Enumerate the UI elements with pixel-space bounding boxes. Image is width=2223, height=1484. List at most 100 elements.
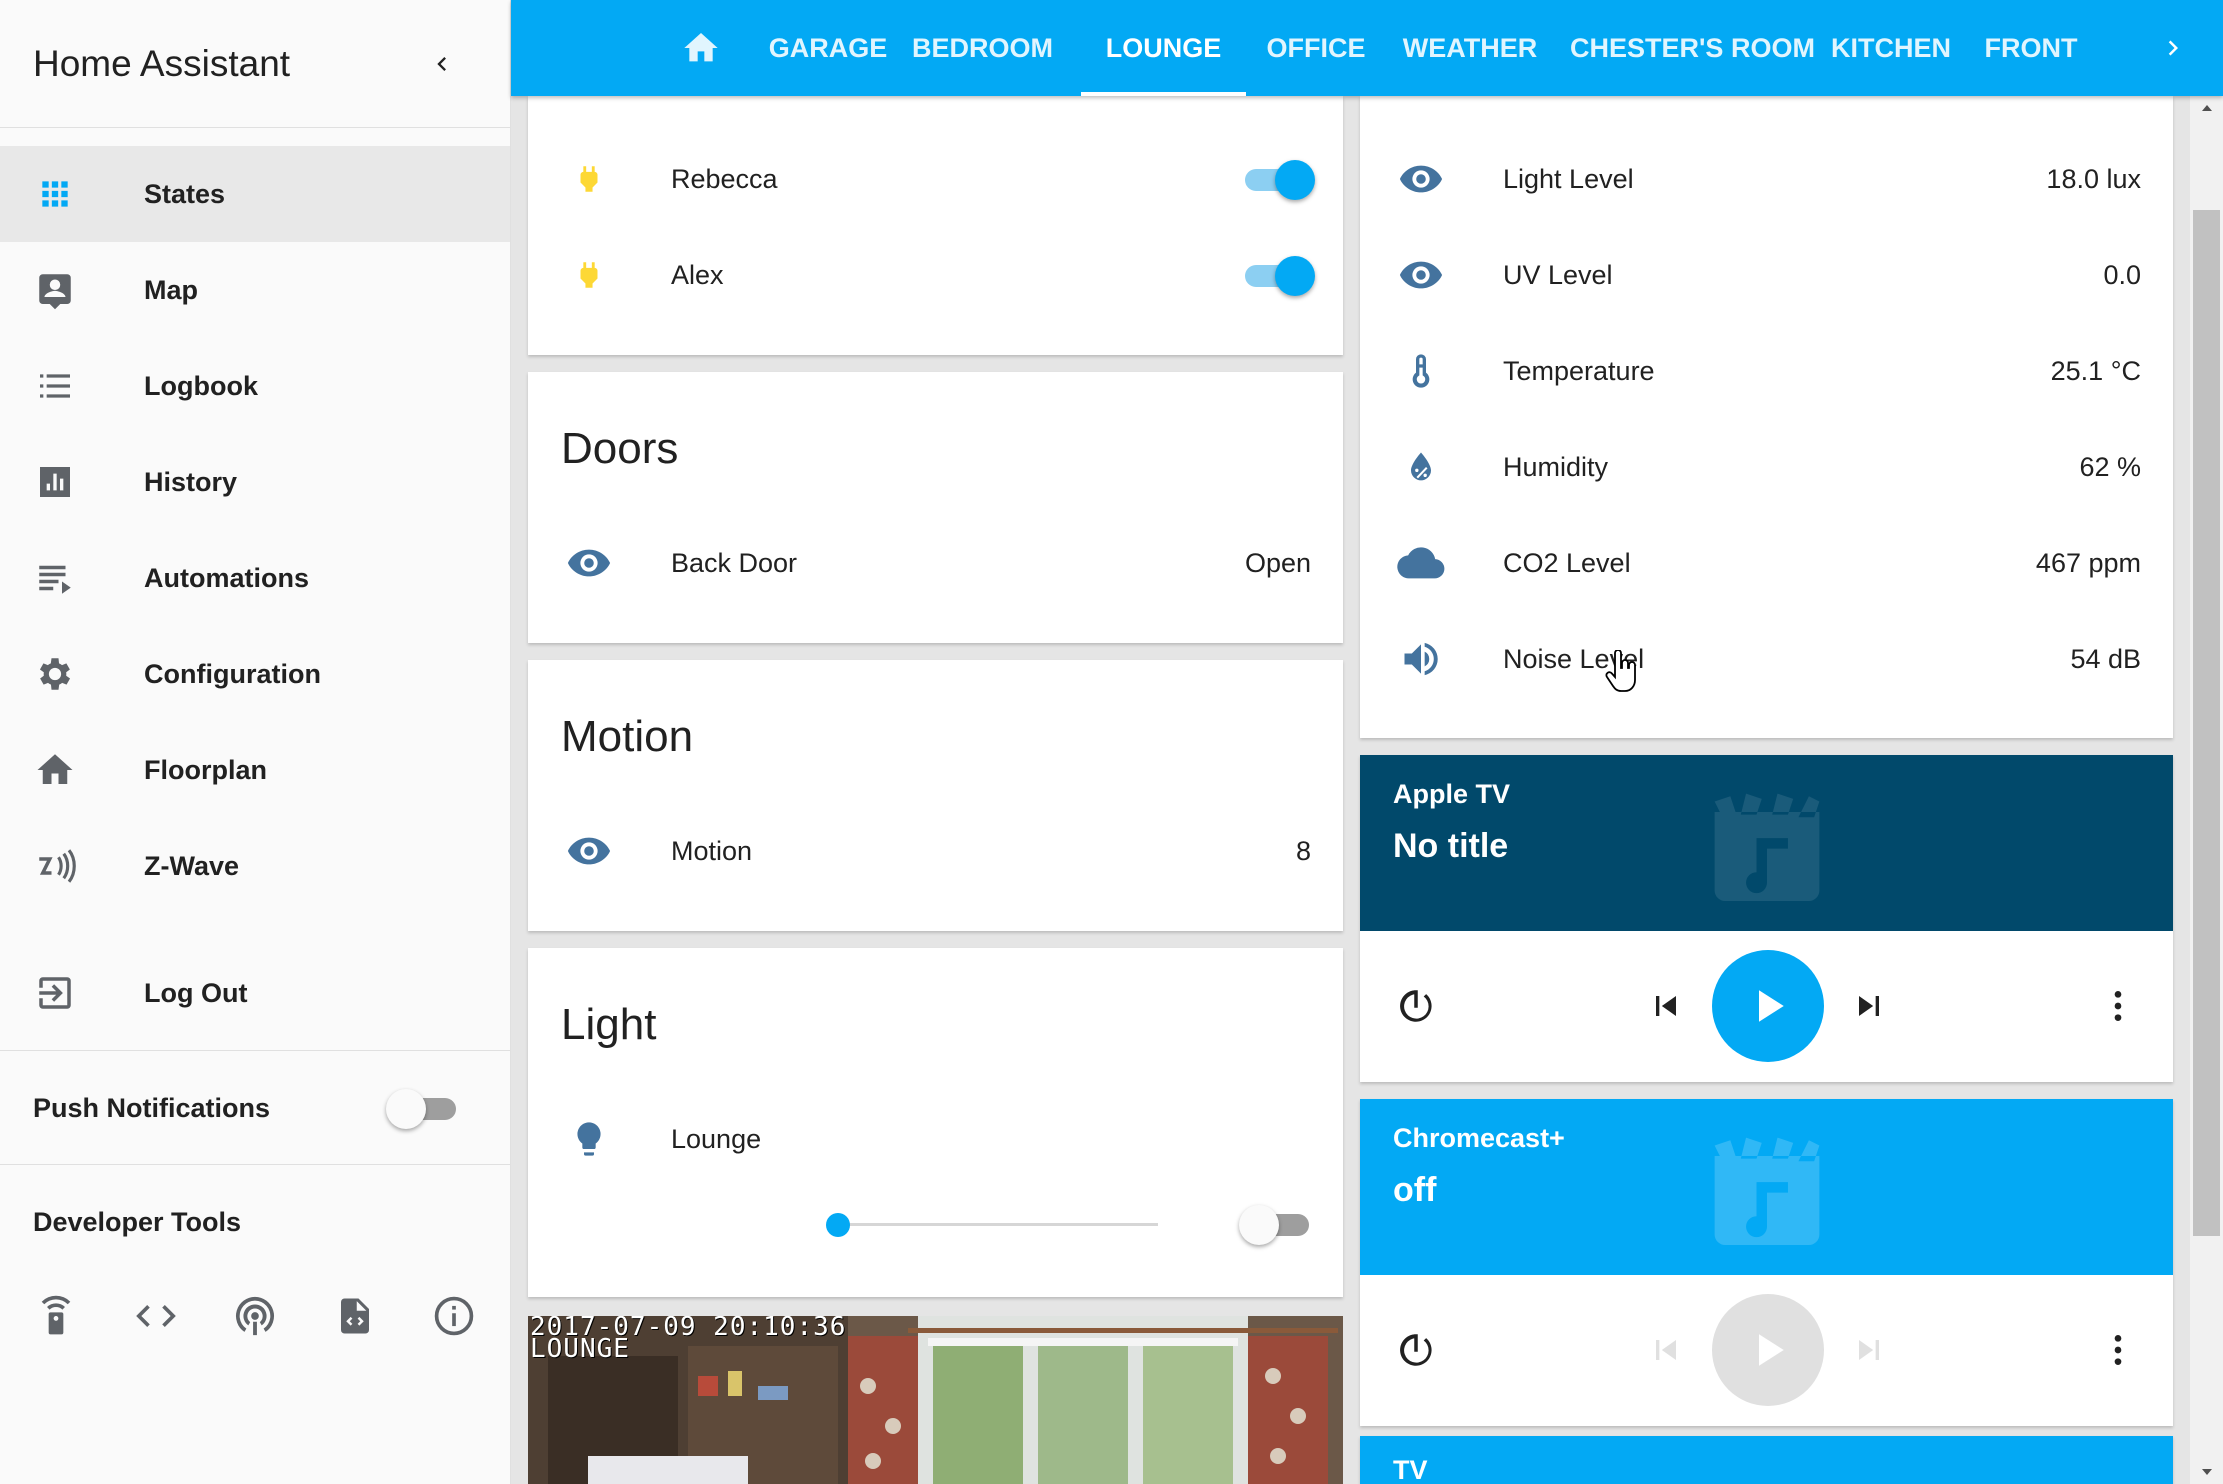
tab-bedroom[interactable]: BEDROOM <box>912 0 1053 96</box>
sensor-row[interactable]: Light Level 18.0 lux <box>1360 144 2173 214</box>
home-icon <box>27 742 83 798</box>
sensor-row[interactable]: UV Level 0.0 <box>1360 240 2173 310</box>
collapse-sidebar-button[interactable] <box>422 44 462 84</box>
switch-name: Alex <box>671 259 724 290</box>
sidebar-item-history[interactable]: History <box>0 434 510 530</box>
media-title: No title <box>1393 827 1509 865</box>
tab-office[interactable]: OFFICE <box>1259 0 1373 96</box>
hand-cursor-icon <box>1605 650 1636 692</box>
media-header[interactable]: Apple TV No title <box>1360 755 2173 931</box>
play-button[interactable] <box>1712 950 1824 1062</box>
previous-track-button[interactable] <box>1638 978 1694 1034</box>
light-card: Light Lounge <box>528 948 1343 1297</box>
slider-knob[interactable] <box>826 1213 850 1237</box>
sidebar-item-floorplan[interactable]: Floorplan <box>0 722 510 818</box>
more-options-button[interactable] <box>2090 1322 2146 1378</box>
scrollbar-thumb[interactable] <box>2193 210 2220 1236</box>
next-track-button[interactable] <box>1841 978 1897 1034</box>
alex-toggle[interactable] <box>1239 253 1315 297</box>
sidebar-item-map[interactable]: Map <box>0 242 510 338</box>
sensor-row[interactable]: Temperature 25.1 °C <box>1360 336 2173 406</box>
sidebar-item-states[interactable]: States <box>0 146 510 242</box>
divider <box>0 1164 510 1165</box>
skip-previous-icon <box>1656 1340 1676 1360</box>
toggle-knob <box>1275 256 1315 296</box>
switch-row[interactable]: Alex <box>528 240 1343 310</box>
tab-home[interactable] <box>673 22 729 74</box>
volume-icon <box>1393 631 1449 687</box>
more-options-button[interactable] <box>2090 978 2146 1034</box>
motion-card: Motion Motion 8 <box>528 660 1343 931</box>
doors-card: Doors Back Door Open <box>528 372 1343 643</box>
next-track-button[interactable] <box>1841 1322 1897 1378</box>
sensor-value: 0.0 <box>2103 259 2141 290</box>
states-tool-button[interactable] <box>125 1285 187 1347</box>
scrollbar[interactable] <box>2190 96 2223 1484</box>
sensor-name: Humidity <box>1503 451 1609 482</box>
sidebar-item-z-wave[interactable]: Z-Wave <box>0 818 510 914</box>
sensor-value: 62 % <box>2079 451 2141 482</box>
door-name: Back Door <box>671 547 798 578</box>
switch-row[interactable]: Rebecca <box>528 144 1343 214</box>
chevron-left-icon <box>437 56 446 71</box>
sensor-row[interactable]: CO2 Level 467 ppm <box>1360 528 2173 598</box>
tab-weather[interactable]: WEATHER <box>1395 0 1545 96</box>
motion-row[interactable]: Motion 8 <box>528 816 1343 886</box>
sidebar-header: Home Assistant <box>0 0 510 128</box>
tab-kitchen[interactable]: KITCHEN <box>1825 0 1957 96</box>
sidebar-item-logbook[interactable]: Logbook <box>0 338 510 434</box>
door-row[interactable]: Back Door Open <box>528 528 1343 598</box>
power-button[interactable] <box>1388 1322 1444 1378</box>
media-player-name: Apple TV <box>1393 779 1511 809</box>
arrow-up-icon <box>2201 105 2212 111</box>
code-icon <box>135 1305 176 1327</box>
remote-icon <box>41 1295 71 1335</box>
light-name: Lounge <box>671 1123 762 1154</box>
card-title: Motion <box>561 712 694 761</box>
brightness-slider[interactable] <box>826 1210 1166 1240</box>
info-tool-button[interactable] <box>423 1285 485 1347</box>
camera-overlay: 2017-07-09 20:10:36 LOUNGE <box>530 1316 846 1362</box>
rebecca-toggle[interactable] <box>1239 157 1315 201</box>
media-header[interactable]: Chromecast+ off <box>1360 1099 2173 1275</box>
lounge-camera-image[interactable]: 2017-07-09 20:10:36 LOUNGE <box>528 1316 1343 1484</box>
tabs-next-button[interactable] <box>2151 26 2195 70</box>
play-button[interactable] <box>1712 1294 1824 1406</box>
scroll-up-button[interactable] <box>2190 96 2223 120</box>
light-row[interactable]: Lounge <box>528 1104 1343 1174</box>
sidebar-item-automations[interactable]: Automations <box>0 530 510 626</box>
card-title: Doors <box>561 424 679 473</box>
power-plug-icon <box>561 247 617 303</box>
sidebar-item-configuration[interactable]: Configuration <box>0 626 510 722</box>
thermometer-icon <box>1393 343 1449 399</box>
home-icon <box>684 33 718 62</box>
services-tool-button[interactable] <box>25 1285 87 1347</box>
lounge-light-toggle[interactable] <box>1239 1202 1315 1246</box>
gear-icon <box>27 646 83 702</box>
scroll-down-button[interactable] <box>2190 1460 2223 1484</box>
power-plug-icon <box>561 151 617 207</box>
media-player-name: TV <box>1393 1455 1428 1484</box>
power-icon <box>1400 1334 1432 1366</box>
previous-track-button[interactable] <box>1638 1322 1694 1378</box>
sensor-row[interactable]: Noise Level 54 dB <box>1360 624 2173 694</box>
templates-tool-button[interactable] <box>324 1285 386 1347</box>
power-button[interactable] <box>1388 978 1444 1034</box>
chromecast-media-card: Chromecast+ off <box>1360 1099 2173 1426</box>
tab-chesters-room[interactable]: CHESTER'S ROOM <box>1570 0 1815 96</box>
card-title: Light <box>561 1000 657 1049</box>
file-code-icon <box>340 1298 369 1334</box>
dots-vertical-icon <box>2114 991 2122 1021</box>
sidebar: Home Assistant States Map Logbook Histor… <box>0 0 511 1484</box>
logout-section: Log Out <box>0 945 510 1041</box>
tab-garage[interactable]: GARAGE <box>767 0 889 96</box>
tab-lounge[interactable]: LOUNGE <box>1081 0 1246 96</box>
events-tool-button[interactable] <box>224 1285 286 1347</box>
dots-vertical-icon <box>2114 1335 2122 1365</box>
sidebar-item-label: Floorplan <box>144 754 267 785</box>
push-notifications-toggle[interactable] <box>386 1086 462 1130</box>
logout-button[interactable]: Log Out <box>0 945 510 1041</box>
tab-front[interactable]: FRONT <box>1979 0 2083 96</box>
sensor-row[interactable]: Humidity 62 % <box>1360 432 2173 502</box>
tv-media-card[interactable]: TV <box>1360 1436 2173 1484</box>
